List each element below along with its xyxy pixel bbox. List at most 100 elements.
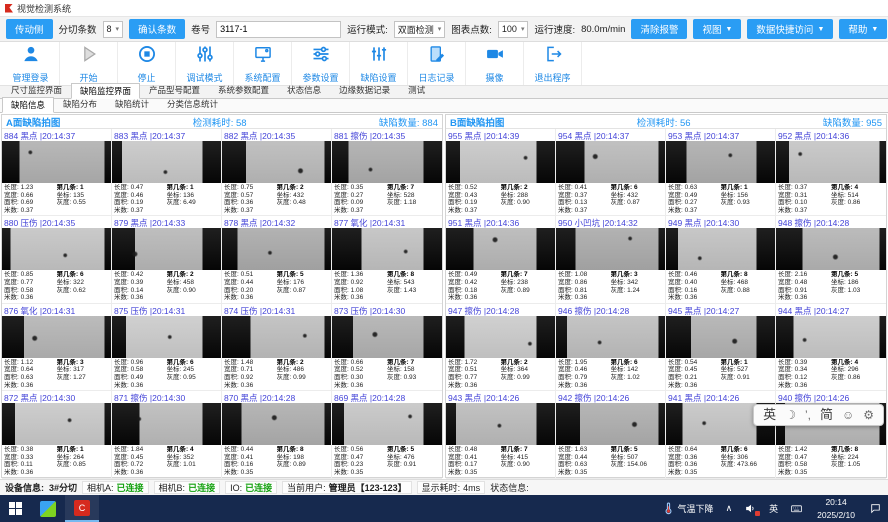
defect-cell[interactable]: 944 黑点 |20:14:27 长度: 0.39宽度: 0.34面积: 0.1… (776, 304, 886, 391)
ime-toolbar: 英 ☽ ’, 简 ☺ ⚙ (753, 404, 884, 426)
defect-cell[interactable]: 869 黑点 |20:14:28 长度: 0.56宽度: 0.47面积: 0.2… (332, 391, 442, 478)
defect-cell[interactable]: 954 黑点 |20:14:37 长度: 0.41宽度: 0.37面积: 0.1… (556, 129, 666, 216)
main-tab-5[interactable]: 边缘数据记录 (330, 82, 399, 98)
defect-cell[interactable]: 881 擦伤 |20:14:35 长度: 0.35宽度: 0.27面积: 0.0… (332, 129, 442, 216)
defect-grid: 884 黑点 |20:14:37 长度: 1.23宽度: 0.66面积: 0.6… (2, 129, 442, 479)
tool-debug-mode[interactable]: 调试模式 (176, 42, 234, 85)
tool-stop[interactable]: 停止 (118, 42, 176, 85)
defect-cell[interactable]: 945 黑点 |20:14:27 长度: 0.54宽度: 0.45面积: 0.2… (666, 304, 776, 391)
defect-cell[interactable]: 875 压伤 |20:14:31 长度: 0.96宽度: 0.58面积: 0.4… (112, 304, 222, 391)
defect-cell[interactable]: 884 黑点 |20:14:37 长度: 1.23宽度: 0.66面积: 0.6… (2, 129, 112, 216)
defect-cell[interactable]: 946 擦伤 |20:14:28 长度: 1.95宽度: 0.46面积: 0.7… (556, 304, 666, 391)
tool-exit-program[interactable]: 退出程序 (524, 42, 582, 85)
defect-cell-header: 871 擦伤 |20:14:30 (112, 391, 221, 403)
ime-simplified-toggle[interactable]: 简 (820, 405, 833, 425)
punctuation-icon[interactable]: ’, (805, 405, 811, 425)
defect-cell[interactable]: 882 黑点 |20:14:35 长度: 0.75宽度: 0.57面积: 0.3… (222, 129, 332, 216)
main-tab-6[interactable]: 测试 (399, 82, 434, 98)
defect-stats: 长度: 0.56宽度: 0.47面积: 0.23米数: 0.35 第几条: 5坐… (332, 445, 442, 477)
defect-cell[interactable]: 872 黑点 |20:14:30 长度: 0.38宽度: 0.33面积: 0.1… (2, 391, 112, 478)
defect-cell[interactable]: 953 黑点 |20:14:37 长度: 0.63宽度: 0.49面积: 0.2… (666, 129, 776, 216)
tool-param-settings[interactable]: 参数设置 (292, 42, 350, 85)
defect-cell[interactable]: 955 黑点 |20:14:39 长度: 0.52宽度: 0.43面积: 0.1… (446, 129, 556, 216)
split-count-label: 分切条数 (59, 22, 97, 36)
defect-cell[interactable]: 949 黑点 |20:14:30 长度: 0.46宽度: 0.40面积: 0.1… (666, 216, 776, 303)
split-count-select[interactable]: 8▾ (103, 21, 124, 38)
defect-cell[interactable]: 873 压伤 |20:14:30 长度: 0.66宽度: 0.52面积: 0.3… (332, 304, 442, 391)
defect-cell[interactable]: 948 擦伤 |20:14:28 长度: 2.16宽度: 0.48面积: 0.9… (776, 216, 886, 303)
defect-cell[interactable]: 874 压伤 |20:14:31 长度: 1.48宽度: 0.71面积: 0.9… (222, 304, 332, 391)
roll-number-input[interactable] (216, 21, 341, 38)
sub-tab-0[interactable]: 缺陷信息 (2, 97, 54, 113)
defect-cell[interactable]: 943 黑点 |20:14:26 长度: 0.48宽度: 0.41面积: 0.1… (446, 391, 556, 478)
ime-english-toggle[interactable]: 英 (763, 405, 776, 425)
defect-stats: 长度: 1.12宽度: 0.64面积: 0.63米数: 0.36 第几条: 3坐… (2, 358, 111, 390)
roll-number-label: 卷号 (191, 22, 210, 36)
clear-alarm-button[interactable]: 清除报警 (631, 19, 687, 39)
tool-system-config[interactable]: 系统配置 (234, 42, 292, 85)
defect-stats: 长度: 0.49宽度: 0.42面积: 0.18米数: 0.36 第几条: 7坐… (446, 270, 555, 302)
defect-cell[interactable]: 878 黑点 |20:14:32 长度: 0.51宽度: 0.44面积: 0.2… (222, 216, 332, 303)
defect-cell[interactable]: 879 黑点 |20:14:33 长度: 0.42宽度: 0.39面积: 0.1… (112, 216, 222, 303)
status-bar: 设备信息: 3#分切 相机A:已连接 相机B:已连接 IO:已连接 当前用户:管… (0, 479, 888, 495)
defect-image (112, 141, 221, 183)
tool-log-record[interactable]: 日志记录 (408, 42, 466, 85)
smiley-icon[interactable]: ☺ (842, 405, 854, 425)
tool-defect-settings[interactable]: 缺陷设置 (350, 42, 408, 85)
defect-image (2, 228, 111, 270)
volume-tray-icon[interactable] (738, 495, 763, 522)
defect-image (666, 141, 775, 183)
view-menu-button[interactable]: 视图▼ (693, 19, 741, 39)
moon-icon[interactable]: ☽ (785, 405, 796, 425)
confirm-count-button[interactable]: 确认条数 (129, 19, 185, 39)
defect-stats: 长度: 1.72宽度: 0.51面积: 0.77米数: 0.36 第几条: 2坐… (446, 358, 555, 390)
defect-cell-header: 951 黑点 |20:14:36 (446, 216, 555, 228)
main-tab-4[interactable]: 状态信息 (278, 82, 330, 98)
taskbar-clock[interactable]: 20:14 2025/2/10 (809, 495, 863, 522)
sub-tab-3[interactable]: 分类信息统计 (158, 96, 227, 112)
defect-cell[interactable]: 880 压伤 |20:14:35 长度: 0.85宽度: 0.77面积: 0.5… (2, 216, 112, 303)
defect-cell-header: 943 黑点 |20:14:26 (446, 391, 555, 403)
defect-cell[interactable]: 950 小凹坑 |20:14:32 长度: 1.08宽度: 0.86面积: 0.… (556, 216, 666, 303)
defect-cell[interactable]: 870 黑点 |20:14:28 长度: 0.44宽度: 0.41面积: 0.1… (222, 391, 332, 478)
defect-cell[interactable]: 871 擦伤 |20:14:30 长度: 1.84宽度: 0.45面积: 0.7… (112, 391, 222, 478)
defect-cell[interactable]: 952 黑点 |20:14:36 长度: 0.37宽度: 0.31面积: 0.1… (776, 129, 886, 216)
tool-admin-login[interactable]: 管理登录 (2, 42, 60, 85)
defect-cell[interactable]: 877 氧化 |20:14:31 长度: 1.36宽度: 0.92面积: 1.0… (332, 216, 442, 303)
start-button[interactable] (0, 495, 31, 522)
defect-image (776, 141, 886, 183)
defect-cell[interactable]: 951 黑点 |20:14:36 长度: 0.49宽度: 0.42面积: 0.1… (446, 216, 556, 303)
taskbar-app-inspection[interactable]: C (65, 495, 99, 522)
defect-cell[interactable]: 883 黑点 |20:14:37 长度: 0.47宽度: 0.46面积: 0.1… (112, 129, 222, 216)
weather-app-icon (40, 501, 56, 517)
defect-cell-header: 874 压伤 |20:14:31 (222, 304, 331, 316)
window-title: 视觉检测系统 (17, 2, 71, 15)
drive-side-button[interactable]: 传动侧 (6, 19, 53, 39)
defect-image (666, 316, 775, 358)
weather-tray-item[interactable]: 气温下降 (656, 495, 720, 522)
defect-image (112, 403, 221, 445)
run-mode-select[interactable]: 双面检测▾ (394, 21, 446, 38)
defect-image (332, 316, 442, 358)
tool-camera[interactable]: 摄像 (466, 42, 524, 85)
defect-cell[interactable]: 876 氧化 |20:14:31 长度: 1.12宽度: 0.64面积: 0.6… (2, 304, 112, 391)
ime-language-indicator[interactable]: 英 (763, 495, 784, 522)
defect-cell[interactable]: 947 擦伤 |20:14:28 长度: 1.72宽度: 0.51面积: 0.7… (446, 304, 556, 391)
sub-tab-1[interactable]: 缺陷分布 (54, 96, 106, 112)
gear-icon[interactable]: ⚙ (863, 405, 874, 425)
tool-label: 摄像 (485, 71, 503, 84)
tray-expand-chevron[interactable]: ∧ (720, 495, 739, 522)
defect-cell-header: 869 黑点 |20:14:28 (332, 391, 442, 403)
data-quick-access-button[interactable]: 数据快捷访问▼ (747, 19, 833, 39)
sub-tab-2[interactable]: 缺陷统计 (106, 96, 158, 112)
defect-cell[interactable]: 942 擦伤 |20:14:26 长度: 1.63宽度: 0.44面积: 0.6… (556, 391, 666, 478)
taskbar-app-weather[interactable] (31, 495, 65, 522)
help-menu-button[interactable]: 帮助▼ (839, 19, 887, 39)
defect-image (112, 316, 221, 358)
defect-stats: 长度: 0.48宽度: 0.41面积: 0.17米数: 0.35 第几条: 7坐… (446, 445, 555, 477)
action-center-button[interactable] (863, 495, 888, 522)
tool-start[interactable]: 开始 (60, 42, 118, 85)
chart-points-select[interactable]: 100▾ (498, 21, 529, 38)
defect-stats: 长度: 1.23宽度: 0.66面积: 0.69米数: 0.37 第几条: 1坐… (2, 183, 111, 215)
touch-keyboard-tray-icon[interactable] (784, 495, 809, 522)
